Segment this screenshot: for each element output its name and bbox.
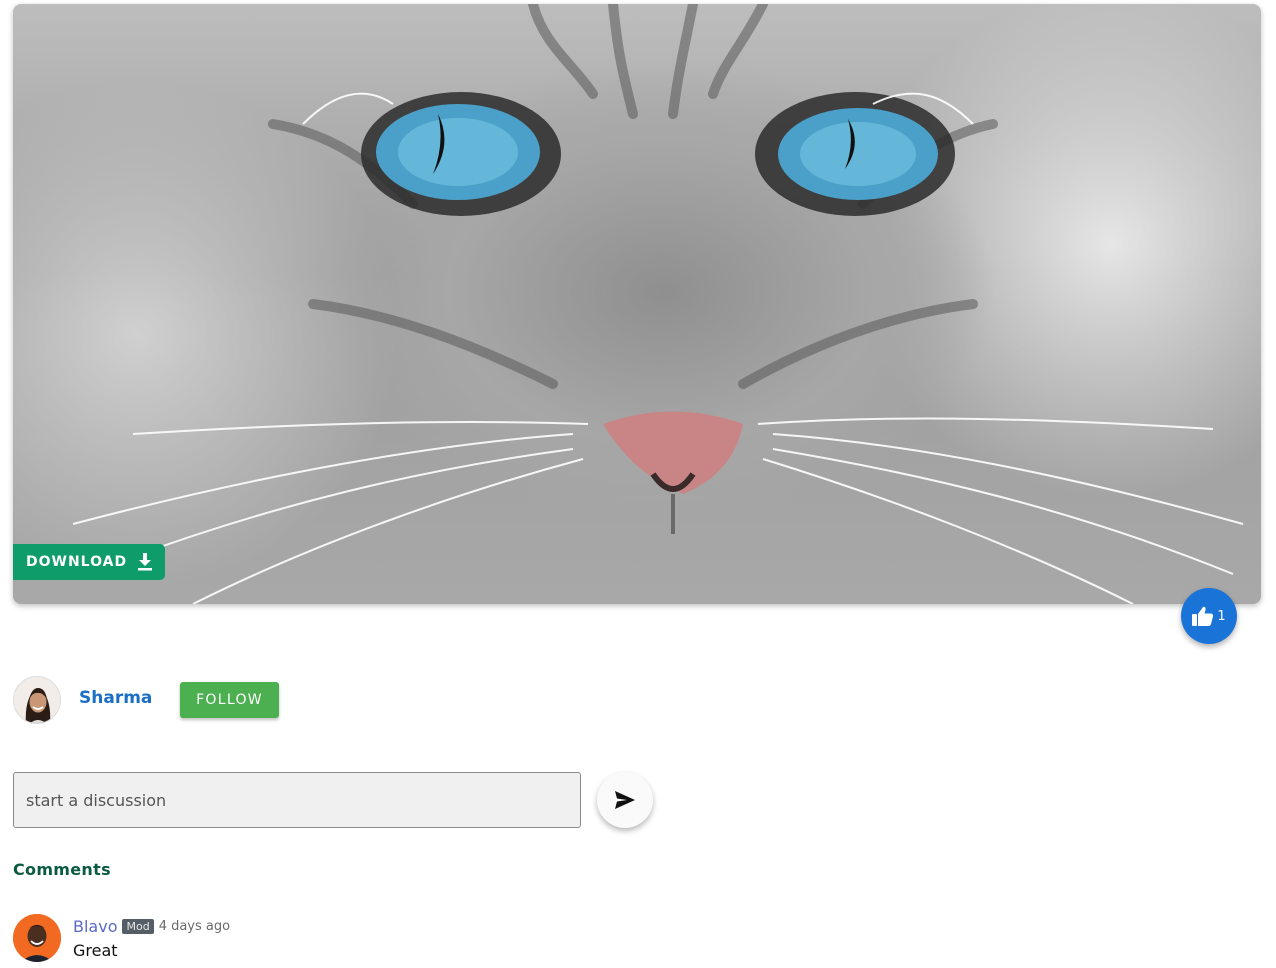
- follow-button[interactable]: FOLLOW: [180, 682, 279, 718]
- send-icon: [615, 791, 635, 809]
- comment-text: Great: [73, 941, 118, 960]
- download-label: DOWNLOAD: [26, 554, 128, 570]
- download-button[interactable]: DOWNLOAD: [13, 544, 165, 580]
- author-avatar[interactable]: [13, 676, 61, 724]
- cat-image: [72, 4, 1244, 604]
- comment-meta: Blavo Mod 4 days ago: [73, 917, 230, 936]
- send-button[interactable]: [597, 772, 653, 828]
- mod-badge: Mod: [122, 919, 154, 934]
- download-icon: [138, 553, 153, 571]
- commenter-name[interactable]: Blavo: [73, 917, 117, 936]
- like-count: 1: [1217, 608, 1226, 624]
- like-button[interactable]: 1: [1181, 588, 1237, 644]
- cat-photo: DOWNLOAD: [13, 4, 1261, 604]
- comments-heading: Comments: [13, 860, 111, 879]
- comment-item: Blavo Mod 4 days ago Great: [13, 914, 613, 968]
- thumbs-up-icon: [1192, 606, 1214, 626]
- discussion-input[interactable]: [13, 772, 581, 828]
- commenter-avatar[interactable]: [13, 914, 61, 962]
- author-row: Sharma FOLLOW: [13, 676, 413, 724]
- comment-timestamp: 4 days ago: [158, 919, 231, 934]
- author-name[interactable]: Sharma: [79, 688, 152, 708]
